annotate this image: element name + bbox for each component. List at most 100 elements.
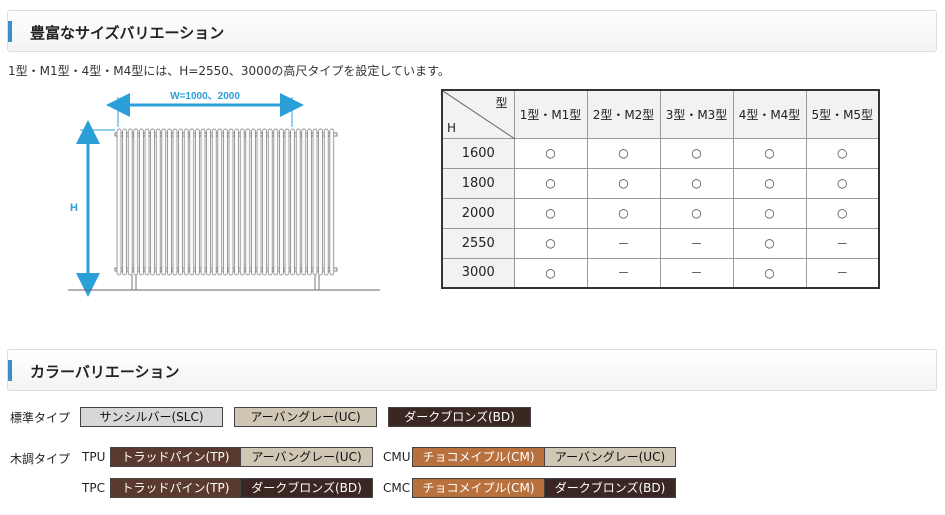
fence-slat: [150, 128, 155, 276]
swatch-uc: アーバングレー(UC): [234, 407, 377, 427]
color-variation-header: カラーバリエーション: [7, 349, 937, 391]
table-cell: ○: [732, 137, 807, 169]
fence-slat: [122, 128, 127, 276]
fence-slat: [234, 128, 239, 276]
table-cell: －: [586, 257, 661, 289]
fence-slat: [251, 128, 256, 276]
table-cell: ○: [586, 197, 661, 229]
standard-type-label: 標準タイプ: [10, 411, 71, 425]
size-description: 1型・M1型・4型・M4型には、H=2550、3000の高尺タイプを設定していま…: [8, 64, 450, 78]
swatch-cm: チョコメイプル(CM): [412, 447, 545, 467]
fence-slat: [161, 128, 167, 276]
row-header: 3000: [441, 257, 515, 289]
fence-slat: [228, 128, 234, 276]
fence-slats: [116, 128, 335, 276]
swatch-bd: ダークブロンズ(BD): [544, 478, 676, 498]
fence-slat: [256, 128, 262, 276]
column-header: 2型・M2型: [586, 89, 661, 139]
swatch-slc: サンシルバー(SLC): [80, 407, 223, 427]
tpu-code: TPU: [82, 450, 106, 464]
wood-type-label: 木調タイプ: [10, 452, 71, 466]
size-table: 型 H 1型・M1型 2型・M2型 3型・M3型 4型・M4型 5型・M5型 1…: [441, 89, 880, 289]
fence-slat: [301, 128, 307, 276]
fence-slat: [295, 128, 301, 276]
color-variation-title: カラーバリエーション: [30, 363, 180, 381]
fence-slat: [262, 128, 267, 276]
row-header: 2550: [441, 227, 515, 259]
table-cell: ○: [805, 197, 880, 229]
table-cell: ○: [805, 137, 880, 169]
table-cell: －: [805, 257, 880, 289]
fence-slat: [239, 128, 245, 276]
swatch-cm: チョコメイプル(CM): [412, 478, 545, 498]
fence-slat: [127, 128, 133, 276]
fence-slat: [329, 128, 335, 276]
fence-slat: [195, 128, 200, 276]
fence-slat: [223, 128, 228, 276]
header-accent-bar: [8, 21, 12, 42]
column-header: 5型・M5型: [805, 89, 880, 139]
fence-slat: [200, 128, 206, 276]
fence-slat: [133, 128, 139, 276]
column-header: 3型・M3型: [659, 89, 734, 139]
table-cell: ○: [659, 137, 734, 169]
column-header: 4型・M4型: [732, 89, 807, 139]
fence-slat: [178, 128, 183, 276]
fence-slat: [217, 128, 223, 276]
fence-slat: [206, 128, 211, 276]
table-cell: ○: [732, 257, 807, 289]
fence-slat: [139, 128, 144, 276]
table-cell: ○: [513, 137, 588, 169]
row-header: 1800: [441, 167, 515, 199]
column-header: 1型・M1型: [513, 89, 588, 139]
table-cell: ○: [805, 167, 880, 199]
table-cell: ○: [513, 197, 588, 229]
table-row: 2000 ○ ○ ○ ○ ○: [441, 197, 880, 229]
fence-slat: [284, 128, 290, 276]
size-variation-header: 豊富なサイズバリエーション: [7, 10, 937, 52]
fence-slat: [307, 128, 312, 276]
width-label: W=1000、2000: [170, 91, 240, 102]
swatch-uc: アーバングレー(UC): [544, 447, 676, 467]
fence-slat: [273, 128, 279, 276]
fence-slat: [290, 128, 295, 276]
fence-slat: [267, 128, 273, 276]
table-cell: ○: [513, 167, 588, 199]
swatch-tp: トラッドパイン(TP): [110, 478, 241, 498]
fence-slat: [144, 128, 150, 276]
table-row: 1600 ○ ○ ○ ○ ○: [441, 137, 880, 169]
fence-slat: [323, 128, 329, 276]
fence-slat: [279, 128, 284, 276]
table-cell: －: [586, 227, 661, 259]
table-row: 1800 ○ ○ ○ ○ ○: [441, 167, 880, 199]
corner-type-label: 型: [495, 96, 508, 110]
fence-slat: [318, 128, 323, 276]
corner-height-label: H: [447, 120, 457, 135]
table-cell: ○: [659, 167, 734, 199]
fence-slat: [172, 128, 178, 276]
row-header: 2000: [441, 197, 515, 229]
table-row: 2550 ○ － － ○ －: [441, 227, 880, 259]
table-cell: ○: [732, 197, 807, 229]
swatch-bd: ダークブロンズ(BD): [240, 478, 373, 498]
cmu-code: CMU: [383, 450, 411, 464]
tpc-code: TPC: [82, 481, 105, 495]
fence-illustration: W=1000、2000 H: [68, 91, 380, 297]
table-cell: －: [805, 227, 880, 259]
table-cell: ○: [513, 227, 588, 259]
table-cell: ○: [732, 227, 807, 259]
fence-slat: [116, 128, 122, 276]
size-variation-title: 豊富なサイズバリエーション: [30, 24, 225, 42]
table-cell: ○: [513, 257, 588, 289]
fence-slat: [245, 128, 251, 276]
fence-slat: [183, 128, 189, 276]
height-label: H: [70, 202, 78, 214]
swatch-tp: トラッドパイン(TP): [110, 447, 241, 467]
cmc-code: CMC: [383, 481, 411, 495]
fence-slat: [167, 128, 172, 276]
table-corner: 型 H: [441, 89, 515, 139]
table-cell: －: [659, 227, 734, 259]
table-cell: ○: [659, 197, 734, 229]
fence-slat: [155, 128, 161, 276]
table-cell: ○: [586, 137, 661, 169]
